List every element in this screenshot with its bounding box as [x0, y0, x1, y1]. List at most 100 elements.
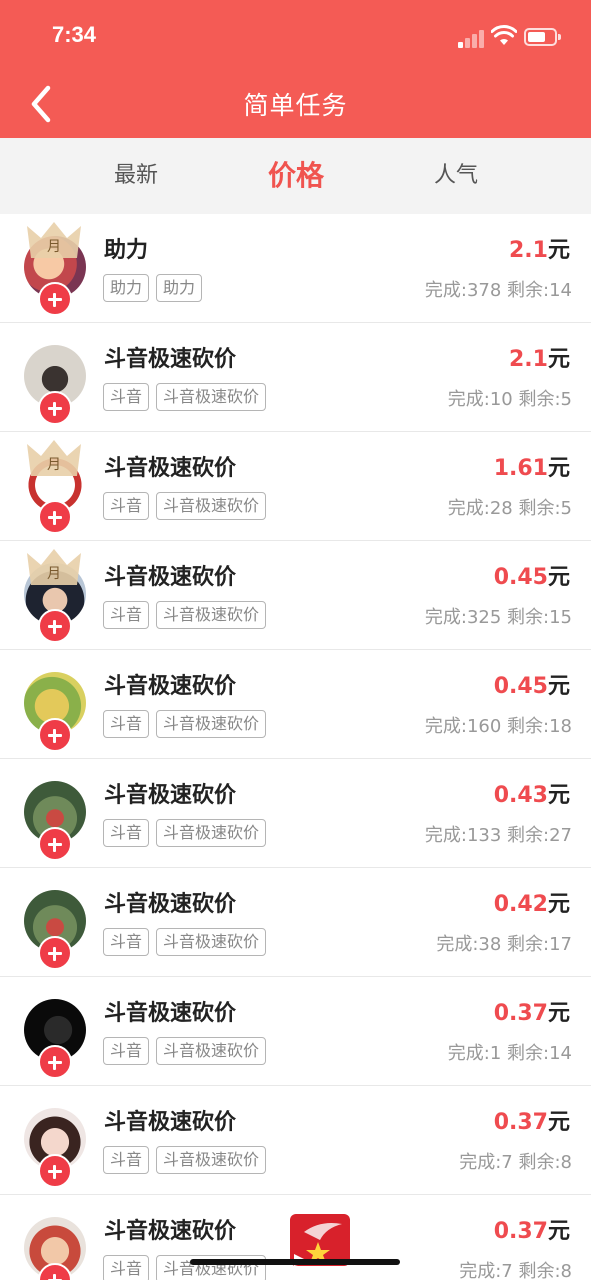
task-stats: 完成:378 剩余:14 [425, 276, 572, 302]
task-row[interactable]: 月 斗音极速砍价 斗音 斗音极速砍价 0.45元 完成:325 剩余:15 [0, 541, 591, 650]
done-count: 完成:38 [436, 934, 502, 955]
add-icon[interactable] [38, 1045, 72, 1079]
task-title: 助力 [104, 238, 149, 263]
wifi-icon [491, 25, 517, 45]
task-tags: 斗音 斗音极速砍价 [103, 1037, 273, 1065]
task-row[interactable]: 月 助力 助力 助力 2.1元 完成:378 剩余:14 [0, 214, 591, 323]
done-count: 完成:133 [424, 825, 502, 846]
task-tags: 助力 助力 [103, 274, 209, 302]
task-tag: 斗音极速砍价 [156, 710, 267, 738]
page-title: 简单任务 [243, 91, 348, 120]
task-tag: 斗音 [103, 601, 150, 629]
task-row[interactable]: 斗音极速砍价 斗音 斗音极速砍价 0.42元 完成:38 剩余:17 [0, 868, 591, 977]
task-price: 0.45元 [494, 668, 570, 700]
crown-label: 月 [47, 457, 61, 473]
task-stats: 完成:1 剩余:14 [448, 1039, 572, 1065]
cellular-signal-icon [458, 28, 486, 48]
task-tag: 斗音极速砍价 [156, 601, 267, 629]
task-row[interactable]: 斗音极速砍价 斗音 斗音极速砍价 0.37元 完成:7 剩余:8 [0, 1086, 591, 1195]
crown-label: 月 [47, 566, 61, 582]
task-tag: 斗音 [103, 1255, 150, 1280]
task-row[interactable]: 月 斗音极速砍价 斗音 斗音极速砍价 1.61元 完成:28 剩余:5 [0, 432, 591, 541]
task-tag: 斗音极速砍价 [156, 492, 267, 520]
task-title: 斗音极速砍价 [104, 565, 237, 590]
task-row[interactable]: 斗音极速砍价 斗音 斗音极速砍价 2.1元 完成:10 剩余:5 [0, 323, 591, 432]
task-title: 斗音极速砍价 [104, 1110, 237, 1135]
remaining-count: 剩余:14 [507, 1043, 572, 1064]
home-indicator[interactable] [190, 1259, 400, 1265]
price-value: 2.1 [509, 238, 548, 263]
task-tag: 斗音极速砍价 [156, 1146, 267, 1174]
done-count: 完成:325 [424, 607, 502, 628]
remaining-count: 剩余:15 [507, 607, 572, 628]
price-unit: 元 [547, 565, 570, 590]
price-value: 0.45 [493, 674, 548, 699]
add-icon[interactable] [38, 282, 72, 316]
price-value: 0.37 [493, 1110, 548, 1135]
task-title: 斗音极速砍价 [104, 892, 237, 917]
price-unit: 元 [547, 783, 570, 808]
task-stats: 完成:10 剩余:5 [448, 385, 572, 411]
task-tag: 斗音极速砍价 [156, 1037, 267, 1065]
remaining-count: 剩余:18 [507, 716, 572, 737]
price-unit: 元 [547, 1001, 570, 1026]
task-price: 0.37元 [494, 995, 570, 1027]
task-tag: 斗音 [103, 928, 150, 956]
tab-latest[interactable]: 最新 [66, 138, 206, 214]
price-unit: 元 [547, 1219, 570, 1244]
price-unit: 元 [547, 456, 570, 481]
price-value: 0.43 [493, 783, 548, 808]
task-tag: 斗音 [103, 383, 150, 411]
add-icon[interactable] [38, 1154, 72, 1188]
done-count: 完成:28 [447, 498, 513, 519]
task-title: 斗音极速砍价 [104, 674, 237, 699]
task-stats: 完成:38 剩余:17 [436, 930, 572, 956]
crown-label: 月 [47, 239, 61, 255]
task-tags: 斗音 斗音极速砍价 [103, 819, 273, 847]
task-stats: 完成:7 剩余:8 [459, 1148, 572, 1174]
task-title: 斗音极速砍价 [104, 1001, 237, 1026]
add-icon[interactable] [38, 718, 72, 752]
task-price: 0.37元 [494, 1213, 570, 1245]
add-icon[interactable] [38, 500, 72, 534]
price-value: 0.42 [493, 892, 548, 917]
task-row[interactable]: 斗音极速砍价 斗音 斗音极速砍价 0.43元 完成:133 剩余:27 [0, 759, 591, 868]
task-stats: 完成:28 剩余:5 [448, 494, 572, 520]
task-tag: 斗音 [103, 1146, 150, 1174]
task-tags: 斗音 斗音极速砍价 [103, 1146, 273, 1174]
add-icon[interactable] [38, 827, 72, 861]
remaining-count: 剩余:27 [507, 825, 572, 846]
remaining-count: 剩余:14 [507, 280, 572, 301]
price-value: 0.37 [493, 1219, 548, 1244]
task-tag: 斗音极速砍价 [156, 383, 267, 411]
add-icon[interactable] [38, 391, 72, 425]
task-stats: 完成:7 剩余:8 [459, 1257, 572, 1280]
task-row[interactable]: 斗音极速砍价 斗音 斗音极速砍价 0.37元 完成:1 剩余:14 [0, 977, 591, 1086]
task-row[interactable]: 斗音极速砍价 斗音 斗音极速砍价 0.45元 完成:160 剩余:18 [0, 650, 591, 759]
remaining-count: 剩余:8 [518, 1261, 572, 1280]
task-title: 斗音极速砍价 [104, 347, 237, 372]
status-time: 7:34 [52, 22, 97, 47]
tab-popularity[interactable]: 人气 [386, 138, 526, 214]
task-tag: 斗音 [103, 492, 150, 520]
done-count: 完成:10 [447, 389, 513, 410]
task-stats: 完成:160 剩余:18 [425, 712, 572, 738]
tab-price[interactable]: 价格 [226, 138, 366, 214]
battery-icon [524, 28, 561, 46]
price-value: 2.1 [509, 347, 548, 372]
price-unit: 元 [547, 1110, 570, 1135]
task-price: 1.61元 [494, 450, 570, 482]
price-value: 0.45 [493, 565, 548, 590]
task-price: 0.37元 [494, 1104, 570, 1136]
sort-tabs: 最新 价格 人气 [0, 138, 591, 214]
task-tag: 斗音 [103, 819, 150, 847]
price-value: 1.61 [493, 456, 548, 481]
done-count: 完成:160 [424, 716, 502, 737]
add-icon[interactable] [38, 609, 72, 643]
task-price: 0.45元 [494, 559, 570, 591]
remaining-count: 剩余:17 [507, 934, 572, 955]
add-icon[interactable] [38, 936, 72, 970]
price-unit: 元 [547, 674, 570, 699]
done-count: 完成:7 [459, 1152, 513, 1173]
remaining-count: 剩余:8 [518, 1152, 572, 1173]
